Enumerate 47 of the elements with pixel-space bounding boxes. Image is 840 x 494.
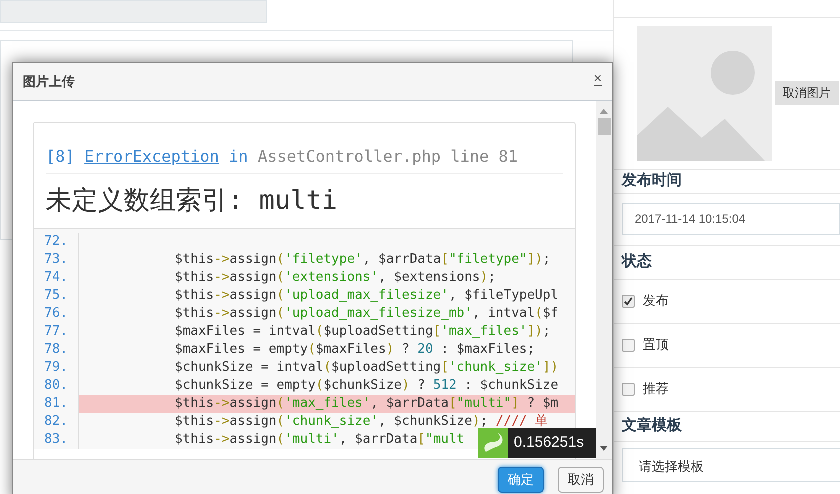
line-number: 75. xyxy=(44,287,69,305)
section-heading: 文章模板 xyxy=(622,416,682,436)
error-in: in xyxy=(229,147,248,166)
code-line: $maxFiles = empty($maxFiles) ? 20 : $maxFiles; xyxy=(78,341,575,359)
scrollbar[interactable] xyxy=(596,101,612,459)
code-line: $chunkSize = intval($uploadSetting['chunk_size']) xyxy=(78,359,575,377)
load-time: 0.156251s xyxy=(508,428,596,458)
line-number: 80. xyxy=(44,377,69,395)
checkbox-label: 发布 xyxy=(643,292,669,310)
line-number: 78. xyxy=(44,341,69,359)
scrollbar-thumb[interactable] xyxy=(598,118,610,135)
error-code: [8] xyxy=(46,147,75,166)
line-number: 74. xyxy=(44,269,69,287)
date-input-field[interactable]: 2017-11-14 10:15:04 xyxy=(622,203,840,235)
cancel-image-button[interactable]: 取消图片 xyxy=(775,80,839,104)
line-number: 72. xyxy=(44,233,69,251)
checkbox[interactable] xyxy=(622,294,635,308)
line-number: 83. xyxy=(44,431,69,449)
code-line: $this->assign('upload_max_filesize_mb', intval($f xyxy=(78,305,575,323)
line-number: 79. xyxy=(44,359,69,377)
scroll-up-icon[interactable] xyxy=(600,109,608,114)
scroll-down-icon[interactable] xyxy=(600,446,608,451)
template-select[interactable]: 请选择模板 xyxy=(622,448,840,482)
checkbox[interactable] xyxy=(622,382,635,396)
code-line: $maxFiles = intval($uploadSetting['max_files']); xyxy=(78,323,575,341)
section-heading: 发布时间 xyxy=(622,171,682,191)
logo-icon xyxy=(478,428,508,458)
line-number: 77. xyxy=(44,323,69,341)
checkbox[interactable] xyxy=(622,338,635,352)
code-line: $this->assign('filetype', $arrData["filetype"]); xyxy=(78,251,575,269)
code-line: $this->assign('extensions', $extensions); xyxy=(78,269,575,287)
dialog-title: 图片上传 xyxy=(23,72,75,91)
exception-link[interactable]: ErrorException xyxy=(84,147,220,166)
checkbox-label: 置顶 xyxy=(643,336,669,354)
debug-badge[interactable]: 0.156251s xyxy=(478,428,596,458)
line-number: 81. xyxy=(44,395,69,413)
checkbox-label: 推荐 xyxy=(643,380,669,398)
line-number: 82. xyxy=(44,413,69,431)
line-number: 76. xyxy=(44,305,69,323)
section-heading: 状态 xyxy=(622,252,652,272)
image-placeholder-icon xyxy=(637,26,772,161)
code-line: $this->assign('upload_max_filesize', $fileTypeUpl xyxy=(78,287,575,305)
line-number: 73. xyxy=(44,251,69,269)
close-button[interactable]: × xyxy=(594,71,602,86)
error-file: AssetController.php line 81 xyxy=(258,147,518,166)
cancel-button[interactable]: 取消 xyxy=(558,467,604,493)
error-message: 未定义数组索引: multi xyxy=(46,184,338,218)
